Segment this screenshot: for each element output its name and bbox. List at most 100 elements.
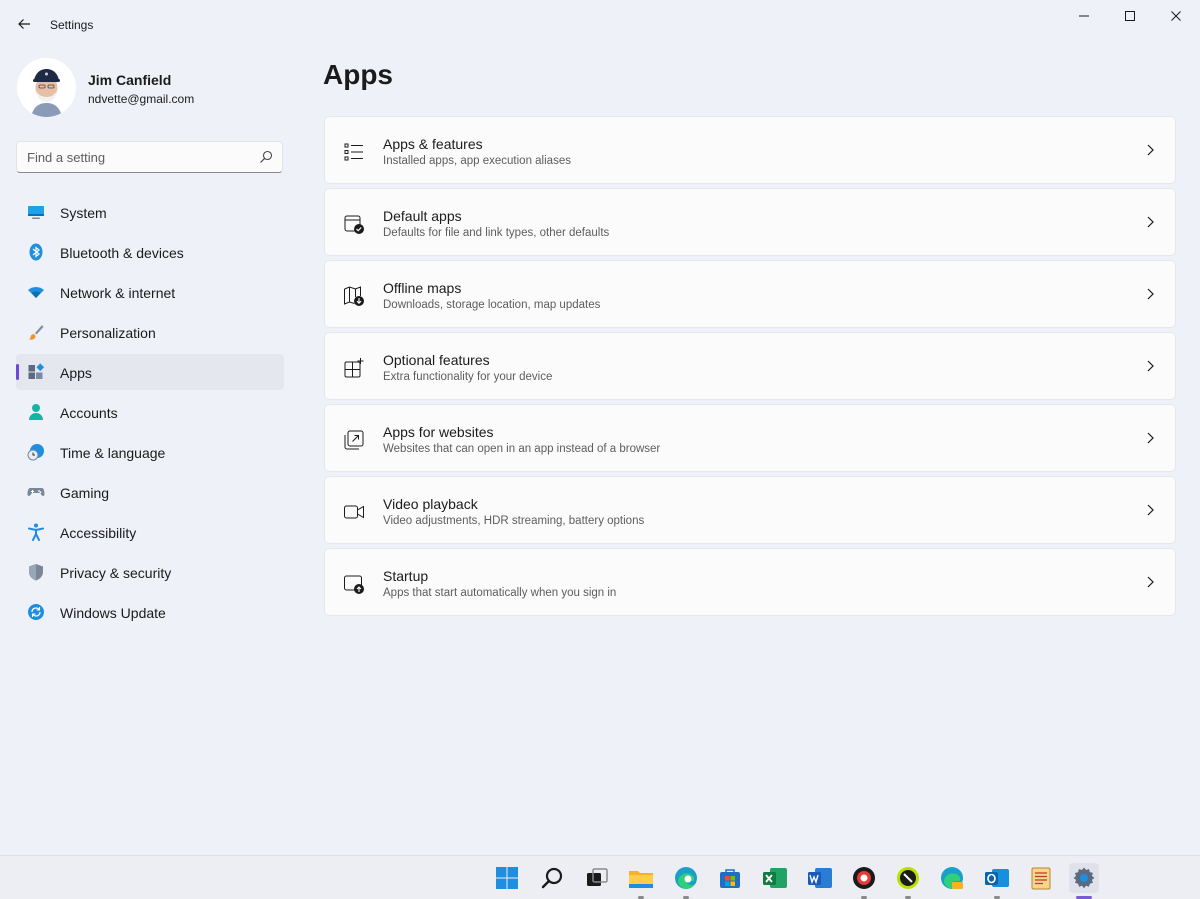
sidebar-item-label: Windows Update xyxy=(60,605,166,621)
system-icon xyxy=(28,206,44,219)
shield-icon xyxy=(29,564,43,581)
apps-icon xyxy=(28,363,45,379)
sidebar-item-time-language[interactable]: Time & language xyxy=(16,434,284,470)
card-apps-features[interactable]: Apps & features Installed apps, app exec… xyxy=(324,116,1176,184)
card-subtitle: Video adjustments, HDR streaming, batter… xyxy=(383,515,645,527)
accessibility-icon xyxy=(28,523,44,541)
taskbar xyxy=(0,855,1200,899)
app-green-icon xyxy=(897,867,919,889)
startup-icon xyxy=(344,575,364,594)
taskbar-app-red[interactable] xyxy=(849,863,879,893)
title-bar: Settings xyxy=(0,0,1200,48)
sidebar-item-label: Apps xyxy=(60,365,92,381)
card-video-playback[interactable]: Video playback Video adjustments, HDR st… xyxy=(324,476,1176,544)
sidebar-item-apps[interactable]: Apps xyxy=(16,354,284,390)
card-title: Offline maps xyxy=(383,280,462,296)
close-button[interactable] xyxy=(1153,0,1199,32)
settings-cards: Apps & features Installed apps, app exec… xyxy=(324,116,1176,620)
card-title: Apps & features xyxy=(383,136,483,152)
default-apps-icon xyxy=(344,215,364,234)
card-subtitle: Websites that can open in an app instead… xyxy=(383,443,661,455)
sidebar-item-privacy-security[interactable]: Privacy & security xyxy=(16,554,284,590)
search-icon[interactable] xyxy=(258,149,274,165)
excel-icon xyxy=(763,868,787,888)
sidebar-item-label: Network & internet xyxy=(60,285,176,301)
card-title: Optional features xyxy=(383,352,490,368)
taskbar-excel[interactable] xyxy=(760,863,790,893)
search-box[interactable] xyxy=(16,141,283,173)
sidebar-item-label: Personalization xyxy=(60,325,156,341)
search-icon xyxy=(541,867,563,889)
taskbar-edge[interactable] xyxy=(671,863,701,893)
list-icon xyxy=(344,143,363,161)
map-download-icon xyxy=(344,286,364,306)
chevron-right-icon xyxy=(1147,288,1154,300)
page-title: Apps xyxy=(323,59,393,90)
minimize-icon xyxy=(1079,15,1089,17)
taskbar-word[interactable] xyxy=(805,863,835,893)
minimize-button[interactable] xyxy=(1061,0,1107,32)
grid-add-icon xyxy=(344,358,364,378)
card-title: Video playback xyxy=(383,496,478,512)
taskbar-app-green[interactable] xyxy=(893,863,923,893)
card-startup[interactable]: Startup Apps that start automatically wh… xyxy=(324,548,1176,616)
open-external-icon xyxy=(344,430,364,450)
card-subtitle: Defaults for file and link types, other … xyxy=(383,227,610,239)
chevron-right-icon xyxy=(1147,576,1154,588)
sidebar-item-label: Accounts xyxy=(60,405,118,421)
gamepad-icon xyxy=(27,488,45,496)
sidebar-item-accounts[interactable]: Accounts xyxy=(16,394,284,430)
chevron-right-icon xyxy=(1147,360,1154,372)
card-title: Apps for websites xyxy=(383,424,494,440)
card-apps-for-websites[interactable]: Apps for websites Websites that can open… xyxy=(324,404,1176,472)
back-button[interactable] xyxy=(10,10,38,38)
taskbar-task-view-button[interactable] xyxy=(582,863,612,893)
video-camera-icon xyxy=(344,505,364,519)
sidebar-item-windows-update[interactable]: Windows Update xyxy=(16,594,284,630)
windows-start-icon xyxy=(496,867,518,889)
card-default-apps[interactable]: Default apps Defaults for file and link … xyxy=(324,188,1176,256)
sidebar-item-network[interactable]: Network & internet xyxy=(16,274,284,310)
sidebar-item-accessibility[interactable]: Accessibility xyxy=(16,514,284,550)
card-optional-features[interactable]: Optional features Extra functionality fo… xyxy=(324,332,1176,400)
taskbar-notepad[interactable] xyxy=(1026,863,1056,893)
update-icon xyxy=(28,604,44,620)
wifi-icon xyxy=(28,287,44,298)
sidebar-nav: System Bluetooth & devices Network & int… xyxy=(16,194,284,634)
taskbar-settings[interactable] xyxy=(1069,863,1099,893)
bluetooth-icon xyxy=(29,243,43,261)
taskbar-file-explorer[interactable] xyxy=(626,863,656,893)
chevron-right-icon xyxy=(1147,216,1154,228)
taskbar-store[interactable] xyxy=(715,863,745,893)
taskbar-start-button[interactable] xyxy=(492,863,522,893)
sidebar-item-label: Bluetooth & devices xyxy=(60,245,184,261)
sidebar-item-label: Privacy & security xyxy=(60,565,172,581)
selection-indicator xyxy=(16,364,19,380)
card-offline-maps[interactable]: Offline maps Downloads, storage location… xyxy=(324,260,1176,328)
sidebar-item-gaming[interactable]: Gaming xyxy=(16,474,284,510)
chevron-right-icon xyxy=(1147,504,1154,516)
avatar[interactable] xyxy=(17,58,76,117)
card-title: Default apps xyxy=(383,208,462,224)
user-name: Jim Canfield xyxy=(88,72,172,88)
card-subtitle: Installed apps, app execution aliases xyxy=(383,155,571,167)
card-subtitle: Apps that start automatically when you s… xyxy=(383,587,617,599)
sidebar-item-bluetooth[interactable]: Bluetooth & devices xyxy=(16,234,284,270)
person-icon xyxy=(29,404,43,420)
maximize-button[interactable] xyxy=(1107,0,1153,32)
chevron-right-icon xyxy=(1147,144,1154,156)
clock-globe-icon xyxy=(27,444,44,461)
maximize-icon xyxy=(1125,11,1135,21)
card-title: Startup xyxy=(383,568,429,584)
taskbar-search-button[interactable] xyxy=(537,863,567,893)
sidebar-item-system[interactable]: System xyxy=(16,194,284,230)
app-red-icon xyxy=(853,867,875,889)
sidebar-item-personalization[interactable]: Personalization xyxy=(16,314,284,350)
word-icon xyxy=(808,868,832,888)
taskbar-edge-canary[interactable] xyxy=(937,863,967,893)
card-subtitle: Downloads, storage location, map updates xyxy=(383,299,601,311)
search-input[interactable] xyxy=(17,142,252,172)
taskbar-outlook[interactable] xyxy=(982,863,1012,893)
edge-icon xyxy=(675,867,697,889)
task-view-icon xyxy=(587,868,608,886)
